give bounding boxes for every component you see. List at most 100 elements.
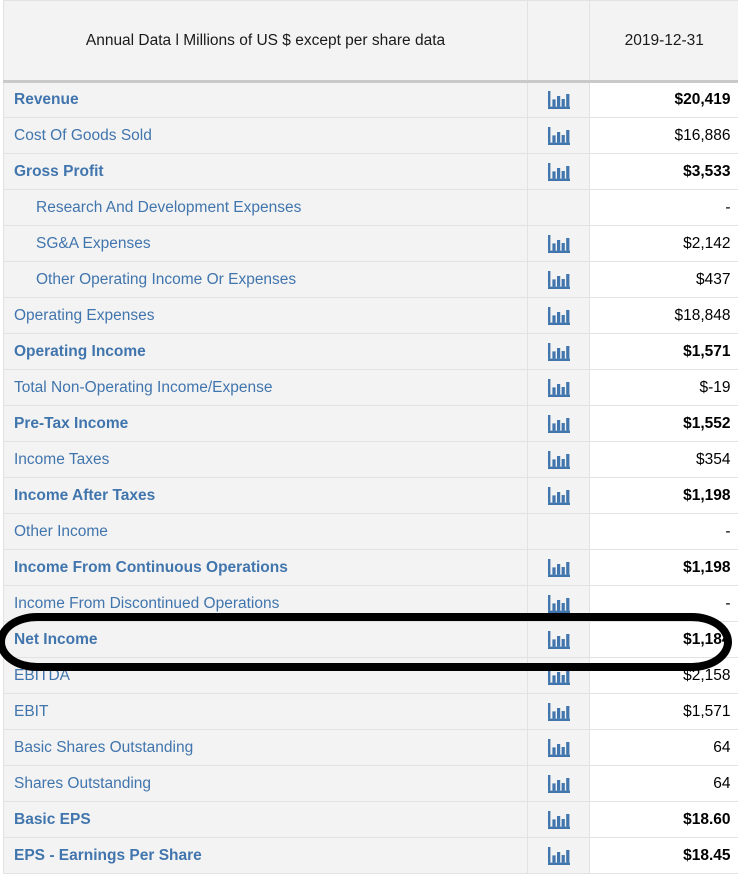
bar-chart-icon[interactable] — [548, 775, 570, 793]
table-row: Total Non-Operating Income/Expense $-19 — [4, 370, 738, 406]
table-row: Basic EPS $18.60 — [4, 802, 738, 838]
bar-chart-icon[interactable] — [548, 847, 570, 865]
row-label-link[interactable]: Operating Expenses — [4, 298, 528, 334]
bar-chart-icon[interactable] — [548, 631, 570, 649]
row-chart-cell — [528, 190, 590, 226]
table-row: Research And Development Expenses - — [4, 190, 738, 226]
header-cell-period: 2019-12-31 — [590, 1, 738, 82]
row-value: $3,533 — [590, 154, 738, 190]
row-label-link[interactable]: EBITDA — [4, 658, 528, 694]
row-label-link[interactable]: Basic EPS — [4, 802, 528, 838]
table-row: SG&A Expenses $2,142 — [4, 226, 738, 262]
bar-chart-icon[interactable] — [548, 559, 570, 577]
row-label-link[interactable]: Basic Shares Outstanding — [4, 730, 528, 766]
row-value: $18,848 — [590, 298, 738, 334]
row-value: $-19 — [590, 370, 738, 406]
bar-chart-icon[interactable] — [548, 487, 570, 505]
row-value: $2,158 — [590, 658, 738, 694]
row-label-link[interactable]: Pre-Tax Income — [4, 406, 528, 442]
row-chart-cell[interactable] — [528, 550, 590, 586]
row-chart-cell[interactable] — [528, 406, 590, 442]
table-row: Income From Discontinued Operations- — [4, 586, 738, 622]
table-row: Net Income$1,184 — [4, 622, 738, 658]
row-chart-cell[interactable] — [528, 802, 590, 838]
row-label-link[interactable]: Net Income — [4, 622, 528, 658]
table-body: Revenue$20,419Cost Of Goods Sold$16,886G… — [4, 82, 738, 874]
row-label-link[interactable]: Research And Development Expenses — [4, 190, 528, 226]
table-row: Revenue$20,419 — [4, 82, 738, 118]
row-label-link[interactable]: SG&A Expenses — [4, 226, 528, 262]
bar-chart-icon[interactable] — [548, 235, 570, 253]
table-row: EBITDA $2,158 — [4, 658, 738, 694]
table-row: Income After Taxes $1,198 — [4, 478, 738, 514]
row-label-link[interactable]: Income From Continuous Operations — [4, 550, 528, 586]
header-cell-description: Annual Data l Millions of US $ except pe… — [4, 1, 528, 82]
bar-chart-icon[interactable] — [548, 739, 570, 757]
row-label-link[interactable]: Operating Income — [4, 334, 528, 370]
table-row: Other Income - — [4, 514, 738, 550]
bar-chart-icon[interactable] — [548, 595, 570, 613]
bar-chart-icon[interactable] — [548, 451, 570, 469]
financial-statement-panel: Annual Data l Millions of US $ except pe… — [0, 0, 738, 868]
row-label-link[interactable]: EBIT — [4, 694, 528, 730]
table-row: Income Taxes $354 — [4, 442, 738, 478]
row-value: $1,198 — [590, 550, 738, 586]
bar-chart-icon[interactable] — [548, 271, 570, 289]
bar-chart-icon[interactable] — [548, 415, 570, 433]
bar-chart-icon[interactable] — [548, 379, 570, 397]
row-label-link[interactable]: Income After Taxes — [4, 478, 528, 514]
row-value: $1,198 — [590, 478, 738, 514]
row-label-link[interactable]: Income Taxes — [4, 442, 528, 478]
bar-chart-icon[interactable] — [548, 667, 570, 685]
row-label-link[interactable]: Revenue — [4, 82, 528, 118]
table-row: Gross Profit $3,533 — [4, 154, 738, 190]
bar-chart-icon[interactable] — [548, 343, 570, 361]
row-chart-cell[interactable] — [528, 226, 590, 262]
row-chart-cell[interactable] — [528, 478, 590, 514]
bar-chart-icon[interactable] — [548, 127, 570, 145]
income-statement-table: Annual Data l Millions of US $ except pe… — [3, 0, 738, 874]
header-row: Annual Data l Millions of US $ except pe… — [4, 1, 738, 82]
table-row: Basic Shares Outstanding 64 — [4, 730, 738, 766]
table-header: Annual Data l Millions of US $ except pe… — [4, 1, 738, 82]
row-value: $437 — [590, 262, 738, 298]
row-chart-cell[interactable] — [528, 334, 590, 370]
row-label-link[interactable]: Other Operating Income Or Expenses — [4, 262, 528, 298]
row-value: $16,886 — [590, 118, 738, 154]
row-value: $354 — [590, 442, 738, 478]
bar-chart-icon[interactable] — [548, 163, 570, 181]
row-chart-cell[interactable] — [528, 622, 590, 658]
row-label-link[interactable]: Other Income — [4, 514, 528, 550]
row-chart-cell[interactable] — [528, 730, 590, 766]
table-row: Income From Continuous Operations $1,198 — [4, 550, 738, 586]
row-chart-cell[interactable] — [528, 118, 590, 154]
table-row: Other Operating Income Or Expenses $437 — [4, 262, 738, 298]
row-chart-cell[interactable] — [528, 82, 590, 118]
row-label-link[interactable]: Cost Of Goods Sold — [4, 118, 528, 154]
row-value: $18.60 — [590, 802, 738, 838]
row-chart-cell[interactable] — [528, 838, 590, 874]
row-value: - — [590, 190, 738, 226]
row-label-link[interactable]: Total Non-Operating Income/Expense — [4, 370, 528, 406]
row-chart-cell[interactable] — [528, 658, 590, 694]
bar-chart-icon[interactable] — [548, 703, 570, 721]
row-value: $2,142 — [590, 226, 738, 262]
row-value: $1,571 — [590, 334, 738, 370]
row-chart-cell[interactable] — [528, 370, 590, 406]
row-chart-cell[interactable] — [528, 262, 590, 298]
row-chart-cell[interactable] — [528, 586, 590, 622]
row-label-link[interactable]: Gross Profit — [4, 154, 528, 190]
row-label-link[interactable]: EPS - Earnings Per Share — [4, 838, 528, 874]
bar-chart-icon[interactable] — [548, 307, 570, 325]
bar-chart-icon[interactable] — [548, 91, 570, 109]
row-chart-cell[interactable] — [528, 694, 590, 730]
row-label-link[interactable]: Shares Outstanding — [4, 766, 528, 802]
row-value: - — [590, 514, 738, 550]
row-value: 64 — [590, 730, 738, 766]
bar-chart-icon[interactable] — [548, 811, 570, 829]
row-chart-cell[interactable] — [528, 442, 590, 478]
row-label-link[interactable]: Income From Discontinued Operations — [4, 586, 528, 622]
row-chart-cell[interactable] — [528, 766, 590, 802]
row-chart-cell[interactable] — [528, 298, 590, 334]
row-chart-cell[interactable] — [528, 154, 590, 190]
